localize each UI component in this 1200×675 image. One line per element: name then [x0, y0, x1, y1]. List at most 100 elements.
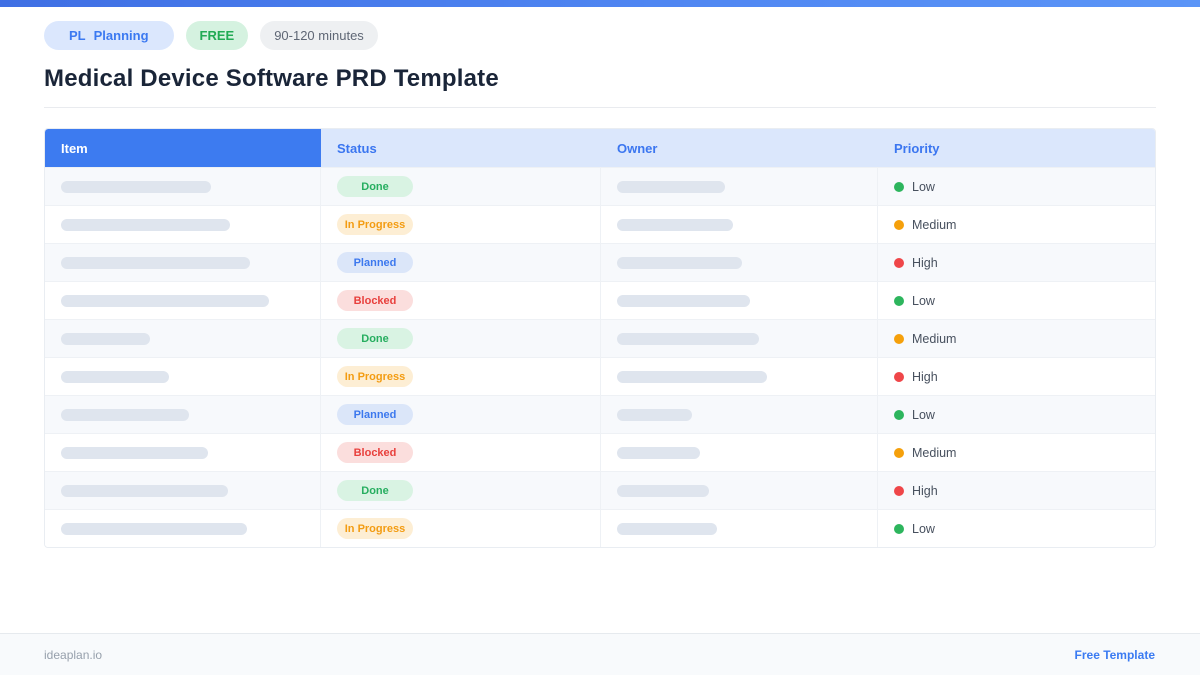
- status-cell: Blocked: [321, 282, 601, 319]
- status-badge: Done: [337, 176, 413, 197]
- priority-cell: High: [878, 358, 1155, 395]
- item-placeholder-bar: [61, 446, 208, 459]
- item-cell: [45, 206, 321, 243]
- owner-cell: [601, 320, 878, 357]
- priority-dot-icon: [894, 295, 904, 306]
- priority-cell: Low: [878, 510, 1155, 547]
- item-placeholder-bar: [61, 218, 230, 231]
- status-badge: In Progress: [337, 214, 413, 235]
- priority-cell: High: [878, 244, 1155, 281]
- item-placeholder-bar: [61, 256, 250, 269]
- priority-dot-icon: [894, 257, 904, 268]
- priority-cell: Low: [878, 282, 1155, 319]
- priority-dot-icon: [894, 447, 904, 458]
- table-row: Planned High: [45, 243, 1155, 281]
- item-cell: [45, 434, 321, 471]
- status-badge: Blocked: [337, 442, 413, 463]
- column-header-priority: Priority: [878, 129, 1155, 167]
- priority-label: High: [912, 483, 938, 498]
- owner-placeholder-bar: [617, 522, 717, 535]
- table-row: In Progress Low: [45, 509, 1155, 547]
- status-cell: Done: [321, 320, 601, 357]
- priority-dot-icon: [894, 523, 904, 534]
- column-header-owner: Owner: [601, 129, 878, 167]
- priority-label: Low: [912, 179, 935, 194]
- priority-cell: Medium: [878, 320, 1155, 357]
- priority-label: Low: [912, 521, 935, 536]
- item-placeholder-bar: [61, 332, 150, 345]
- status-badge: Planned: [337, 404, 413, 425]
- footer: ideaplan.io Free Template: [0, 633, 1200, 675]
- footer-free-template-link[interactable]: Free Template: [1075, 648, 1155, 662]
- footer-brand: ideaplan.io: [44, 647, 103, 662]
- table-header-row: Item Status Owner Priority: [45, 129, 1155, 167]
- owner-cell: [601, 206, 878, 243]
- priority-label: Low: [912, 407, 935, 422]
- free-badge: FREE: [185, 21, 249, 50]
- item-cell: [45, 510, 321, 547]
- item-cell: [45, 358, 321, 395]
- owner-placeholder-bar: [617, 180, 725, 193]
- priority-label: High: [912, 255, 938, 270]
- owner-placeholder-bar: [617, 446, 700, 459]
- item-cell: [45, 396, 321, 433]
- table-row: Blocked Low: [45, 281, 1155, 319]
- priority-dot-icon: [894, 371, 904, 382]
- owner-cell: [601, 244, 878, 281]
- priority-cell: Medium: [878, 434, 1155, 471]
- owner-cell: [601, 434, 878, 471]
- owner-placeholder-bar: [617, 218, 733, 231]
- status-cell: Planned: [321, 244, 601, 281]
- owner-placeholder-bar: [617, 294, 750, 307]
- priority-dot-icon: [894, 219, 904, 230]
- item-placeholder-bar: [61, 408, 189, 421]
- item-cell: [45, 244, 321, 281]
- table-row: In Progress High: [45, 357, 1155, 395]
- priority-cell: Low: [878, 396, 1155, 433]
- status-cell: In Progress: [321, 510, 601, 547]
- badge-row: PL Planning FREE 90-120 minutes: [44, 21, 1156, 50]
- priority-label: Medium: [912, 445, 957, 460]
- owner-cell: [601, 510, 878, 547]
- priority-label: Low: [912, 293, 935, 308]
- page-content: PL Planning FREE 90-120 minutes Medical …: [0, 21, 1200, 548]
- item-cell: [45, 168, 321, 205]
- item-placeholder-bar: [61, 180, 211, 193]
- priority-cell: Low: [878, 168, 1155, 205]
- priority-label: High: [912, 369, 938, 384]
- top-accent-strip: [0, 0, 1200, 7]
- owner-cell: [601, 396, 878, 433]
- prd-table: Item Status Owner Priority Done Low In P…: [44, 128, 1156, 548]
- item-placeholder-bar: [61, 294, 269, 307]
- item-placeholder-bar: [61, 484, 228, 497]
- item-cell: [45, 282, 321, 319]
- status-cell: Done: [321, 168, 601, 205]
- owner-placeholder-bar: [617, 370, 767, 383]
- status-badge: In Progress: [337, 518, 413, 539]
- item-placeholder-bar: [61, 370, 169, 383]
- category-badge-label: Planning: [93, 28, 149, 43]
- owner-cell: [601, 282, 878, 319]
- owner-cell: [601, 358, 878, 395]
- table-body: Done Low In Progress Medium Planned High…: [45, 167, 1155, 547]
- status-cell: In Progress: [321, 206, 601, 243]
- priority-dot-icon: [894, 181, 904, 192]
- priority-dot-icon: [894, 409, 904, 420]
- item-placeholder-bar: [61, 522, 247, 535]
- priority-cell: High: [878, 472, 1155, 509]
- priority-dot-icon: [894, 333, 904, 344]
- status-badge: In Progress: [337, 366, 413, 387]
- status-cell: Blocked: [321, 434, 601, 471]
- status-badge: Done: [337, 480, 413, 501]
- status-badge: Done: [337, 328, 413, 349]
- priority-dot-icon: [894, 485, 904, 496]
- priority-label: Medium: [912, 331, 957, 346]
- category-badge: PL Planning: [44, 21, 174, 50]
- item-cell: [45, 472, 321, 509]
- status-cell: Planned: [321, 396, 601, 433]
- owner-cell: [601, 168, 878, 205]
- owner-placeholder-bar: [617, 408, 692, 421]
- column-header-status: Status: [321, 129, 601, 167]
- owner-cell: [601, 472, 878, 509]
- owner-placeholder-bar: [617, 484, 709, 497]
